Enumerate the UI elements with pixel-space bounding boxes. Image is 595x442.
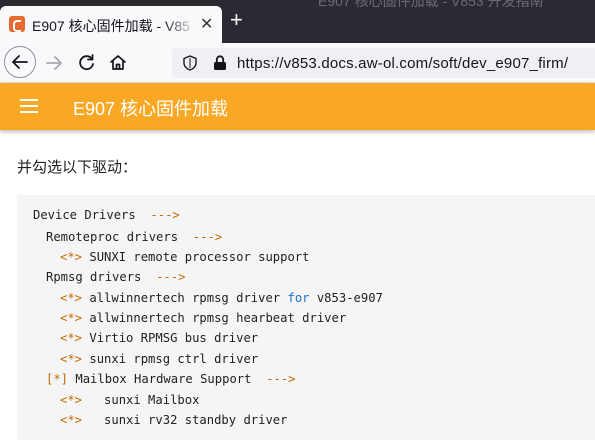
code-keyword: for (287, 291, 310, 305)
code-option-text-suffix: v853-e907 (316, 291, 383, 305)
code-option-text: SUNXI remote processor support (89, 250, 310, 264)
reload-button[interactable] (71, 47, 103, 79)
back-button[interactable] (4, 46, 36, 78)
arrow-left-icon (12, 55, 28, 69)
code-option-marker: <*> (60, 413, 83, 427)
shield-icon (183, 55, 197, 71)
code-line: <*> Virtio RPMSG bus driver (60, 331, 258, 345)
intro-text: 并勾选以下驱动： (17, 159, 138, 176)
code-option-text: Virtio RPMSG bus driver (89, 331, 259, 345)
code-line: Device Drivers ---> (33, 208, 180, 222)
browser-tab-active[interactable]: E907 核心固件加载 - V85 ✕ (0, 6, 222, 43)
new-tab-button[interactable]: + (230, 9, 243, 31)
code-line: <*> sunxi rv32 standby driver (60, 413, 287, 427)
code-option-marker: <*> (60, 250, 83, 264)
code-option-text: allwinnertech rpmsg hearbeat driver (89, 311, 347, 325)
url-bar[interactable]: https://v853.docs.aw-ol.com/soft/dev_e90… (172, 48, 595, 78)
url-text: https://v853.docs.aw-ol.com/soft/dev_e90… (237, 55, 569, 72)
arrow-right-icon (46, 56, 62, 70)
submenu-arrow: ---> (156, 270, 186, 284)
code-line: Remoteproc drivers ---> (46, 230, 222, 244)
code-option-text: Device Drivers (33, 208, 136, 222)
navigation-toolbar: https://v853.docs.aw-ol.com/soft/dev_e90… (0, 43, 595, 83)
site-header: E907 核心固件加载 (0, 83, 595, 130)
window-title: E907 核心固件加载 - V853 开发指南 (318, 0, 544, 9)
forward-button[interactable] (38, 47, 70, 79)
code-option-text: sunxi rpmsg ctrl driver (89, 352, 259, 366)
code-line: <*> allwinnertech rpmsg hearbeat driver (60, 311, 346, 325)
code-line: <*> sunxi rpmsg ctrl driver (60, 352, 258, 366)
aw-ol-favicon-icon (9, 16, 25, 32)
submenu-arrow: ---> (192, 230, 223, 244)
code-option-marker: [*] (46, 372, 69, 386)
reload-icon (79, 54, 94, 71)
code-option-text: sunxi Mailbox (89, 393, 200, 407)
code-line: Rpmsg drivers ---> (46, 270, 185, 284)
code-option-text: Rpmsg drivers (46, 270, 142, 284)
code-option-marker: <*> (60, 352, 83, 366)
hamburger-menu-icon[interactable] (20, 99, 38, 113)
code-option-marker: <*> (60, 291, 83, 305)
submenu-arrow: ---> (266, 372, 296, 386)
code-option-marker: <*> (60, 331, 83, 345)
code-option-text: Mailbox Hardware Support (75, 372, 252, 386)
site-title[interactable]: E907 核心固件加载 (73, 95, 228, 121)
code-line: [*] Mailbox Hardware Support ---> (46, 372, 296, 386)
code-option-text: sunxi rv32 standby driver (89, 413, 288, 427)
tab-title: E907 核心固件加载 - V85 (32, 18, 190, 34)
code-line: <*> allwinnertech rpmsg driver for v853-… (60, 291, 383, 305)
code-block: Device Drivers ---> Remoteproc drivers --… (17, 195, 595, 440)
code-option-marker: <*> (60, 393, 83, 407)
lock-icon (214, 55, 226, 70)
code-option-marker: <*> (60, 311, 83, 325)
code-option-text: allwinnertech rpmsg driver (89, 291, 281, 305)
submenu-arrow: ---> (150, 208, 180, 222)
home-button[interactable] (102, 47, 134, 79)
browser-tab-strip: E907 核心固件加载 - V853 开发指南 E907 核心固件加载 - V8… (0, 0, 595, 43)
code-option-text: Remoteproc drivers (46, 230, 179, 244)
close-tab-icon[interactable]: ✕ (200, 14, 213, 34)
code-line: <*> SUNXI remote processor support (60, 250, 309, 264)
home-icon (110, 55, 126, 70)
code-line: <*> sunxi Mailbox (60, 393, 199, 407)
